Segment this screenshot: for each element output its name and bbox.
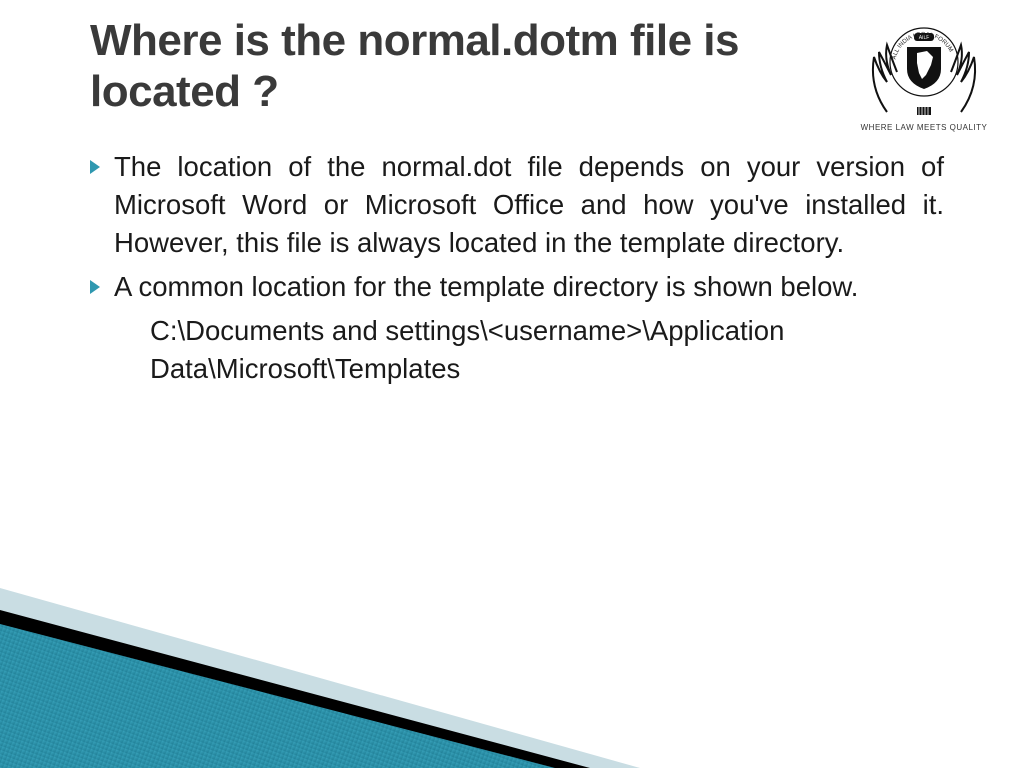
bullet-text: The location of the normal.dot file depe…	[114, 148, 944, 262]
decorative-wedge	[0, 588, 640, 768]
file-path-text: C:\Documents and settings\<username>\App…	[90, 312, 944, 388]
slide: Where is the normal.dotm file is located…	[0, 0, 1024, 768]
content-area: The location of the normal.dot file depe…	[90, 148, 944, 388]
bullet-arrow-icon	[90, 160, 100, 174]
logo-emblem: AILF ALL INDIA LEGAL FORUM WHERE LAW MEE…	[844, 4, 1004, 144]
bullet-arrow-icon	[90, 280, 100, 294]
slide-title: Where is the normal.dotm file is located…	[90, 16, 854, 117]
logo-tagline: WHERE LAW MEETS QUALITY	[861, 123, 988, 132]
bullet-text: A common location for the template direc…	[114, 268, 944, 306]
list-item: A common location for the template direc…	[90, 268, 944, 306]
list-item: The location of the normal.dot file depe…	[90, 148, 944, 262]
shield-laurel-icon: AILF ALL INDIA LEGAL FORUM	[859, 17, 989, 127]
